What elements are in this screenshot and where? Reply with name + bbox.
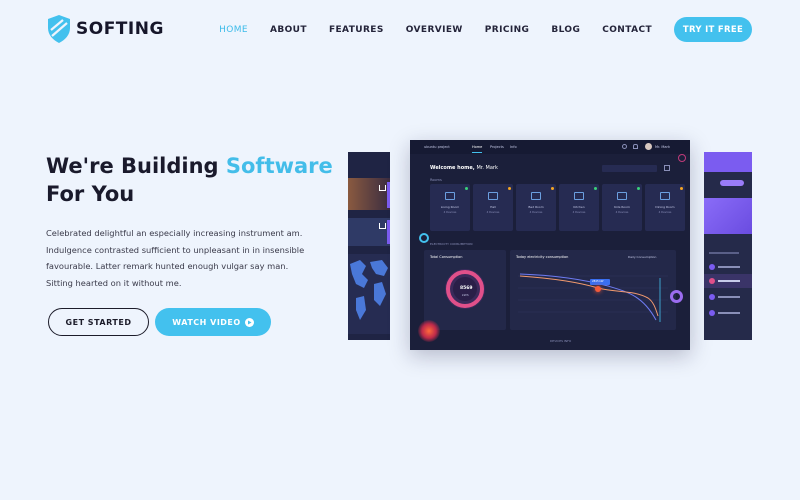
hero-description: Celebrated delightful an especially incr… <box>46 228 305 288</box>
room-name: Kitchen <box>573 205 585 209</box>
hero-title: We're Building Software For You <box>46 152 333 208</box>
hero-title-highlight: Software <box>225 154 333 178</box>
cart-icon <box>379 223 386 229</box>
total-consumption-unit: kWh <box>462 293 469 297</box>
watch-video-label: WATCH VIDEO <box>172 317 241 327</box>
settings-icon[interactable] <box>622 144 627 149</box>
room-devices: 4 Devices <box>658 211 672 214</box>
watch-video-button[interactable]: WATCH VIDEO <box>155 308 271 336</box>
mockup-left-screen <box>348 152 390 340</box>
room-name: Bed Room <box>528 205 544 209</box>
welcome-prefix: Welcome home, <box>430 165 475 171</box>
nav-features[interactable]: FEATURES <box>329 25 384 35</box>
dashboard-search-input[interactable] <box>602 165 657 172</box>
total-consumption-value: 8569 <box>460 286 473 291</box>
shield-icon <box>48 15 70 43</box>
decor-ring <box>670 290 683 303</box>
rooms-label: Rooms <box>430 178 442 182</box>
room-status-dot <box>680 187 683 190</box>
dashboard-mockup: ubuntu project Home Projects Info Mr. Ma… <box>410 140 690 350</box>
room-card[interactable]: Dining Room 4 Devices <box>645 184 685 231</box>
room-icon <box>574 192 584 200</box>
room-icon <box>660 192 670 200</box>
bell-icon[interactable] <box>633 144 638 149</box>
room-status-dot <box>465 187 468 190</box>
dashboard-tab-projects[interactable]: Projects <box>490 145 504 149</box>
filter-icon[interactable] <box>664 165 670 171</box>
welcome-name: Mr. Mark <box>476 165 498 171</box>
main-nav: HOME ABOUT FEATURES OVERVIEW PRICING BLO… <box>197 17 752 42</box>
dashboard-tab-info[interactable]: Info <box>510 145 517 149</box>
room-card[interactable]: Living Room 4 Devices <box>430 184 470 231</box>
nav-pricing[interactable]: PRICING <box>485 25 530 35</box>
dashboard-brand: ubuntu project <box>424 145 450 149</box>
nav-blog[interactable]: BLOG <box>551 25 580 35</box>
chart-tooltip: 2845 kW <box>590 279 610 285</box>
dashboard-welcome: Welcome home, Mr. Mark <box>430 165 498 171</box>
room-card[interactable]: Kids Room 4 Devices <box>602 184 642 231</box>
room-status-dot <box>637 187 640 190</box>
room-card[interactable]: Bed Room 4 Devices <box>516 184 556 231</box>
try-it-free-button[interactable]: TRY IT FREE <box>674 17 752 42</box>
hero-title-part1: We're Building <box>46 154 226 178</box>
room-name: Hall <box>490 205 496 209</box>
room-devices: 4 Devices <box>486 211 500 214</box>
consumption-label: ELECTRICITY CONSUMPTION <box>430 242 473 246</box>
dashboard-user: Mr. Mark <box>655 145 670 149</box>
room-card[interactable]: Hall 4 Devices <box>473 184 513 231</box>
chart-subtitle: Daily Consumption <box>628 255 657 259</box>
room-devices: 4 Devices <box>572 211 586 214</box>
room-name: Living Room <box>440 205 460 209</box>
avatar[interactable] <box>645 143 652 150</box>
room-devices: 4 Devices <box>529 211 543 214</box>
dashboard-topbar: ubuntu project Home Projects Info Mr. Ma… <box>410 140 690 154</box>
total-consumption-panel: Total Consumption 8569 kWh <box>424 250 506 330</box>
room-icon <box>531 192 541 200</box>
nav-home[interactable]: HOME <box>219 25 248 35</box>
nav-overview[interactable]: OVERVIEW <box>406 25 463 35</box>
brand-name: SOFTING <box>76 19 164 39</box>
dashboard-tab-home[interactable]: Home <box>472 145 482 149</box>
room-status-dot <box>551 187 554 190</box>
logo[interactable]: SOFTING <box>46 14 164 44</box>
room-name: Kids Room <box>614 205 630 209</box>
room-icon <box>617 192 627 200</box>
decor-ring <box>678 154 686 162</box>
chart-tooltip-value: 2845 kW <box>592 280 604 283</box>
room-devices: 4 Devices <box>615 211 629 214</box>
room-status-dot <box>508 187 511 190</box>
devices-info-label: DEVICES INFO <box>550 339 572 343</box>
hero-title-part2: For You <box>46 182 135 206</box>
chart-title: Today electricity consumption <box>516 255 569 259</box>
decor-glow <box>418 320 440 342</box>
room-card[interactable]: Kitchen 4 Devices <box>559 184 599 231</box>
room-name: Dining Room <box>655 205 675 209</box>
nav-contact[interactable]: CONTACT <box>602 25 652 35</box>
room-icon <box>488 192 498 200</box>
room-devices: 4 Devices <box>443 211 457 214</box>
world-map <box>348 254 390 334</box>
room-status-dot <box>594 187 597 190</box>
consumption-line-chart <box>518 273 668 322</box>
site-header: SOFTING HOME ABOUT FEATURES OVERVIEW PRI… <box>0 0 800 60</box>
cart-icon <box>379 185 386 191</box>
get-started-button[interactable]: GET STARTED <box>48 308 149 336</box>
play-icon <box>244 317 254 327</box>
mockup-right-screen <box>704 152 752 340</box>
total-consumption-title: Total Consumption <box>430 255 463 259</box>
decor-ring <box>419 233 429 243</box>
mockup-stat-card <box>704 198 752 234</box>
room-icon <box>445 192 455 200</box>
chart-highlight-point <box>595 286 601 292</box>
electricity-chart-panel: Today electricity consumption Daily Cons… <box>510 250 676 330</box>
nav-about[interactable]: ABOUT <box>270 25 307 35</box>
